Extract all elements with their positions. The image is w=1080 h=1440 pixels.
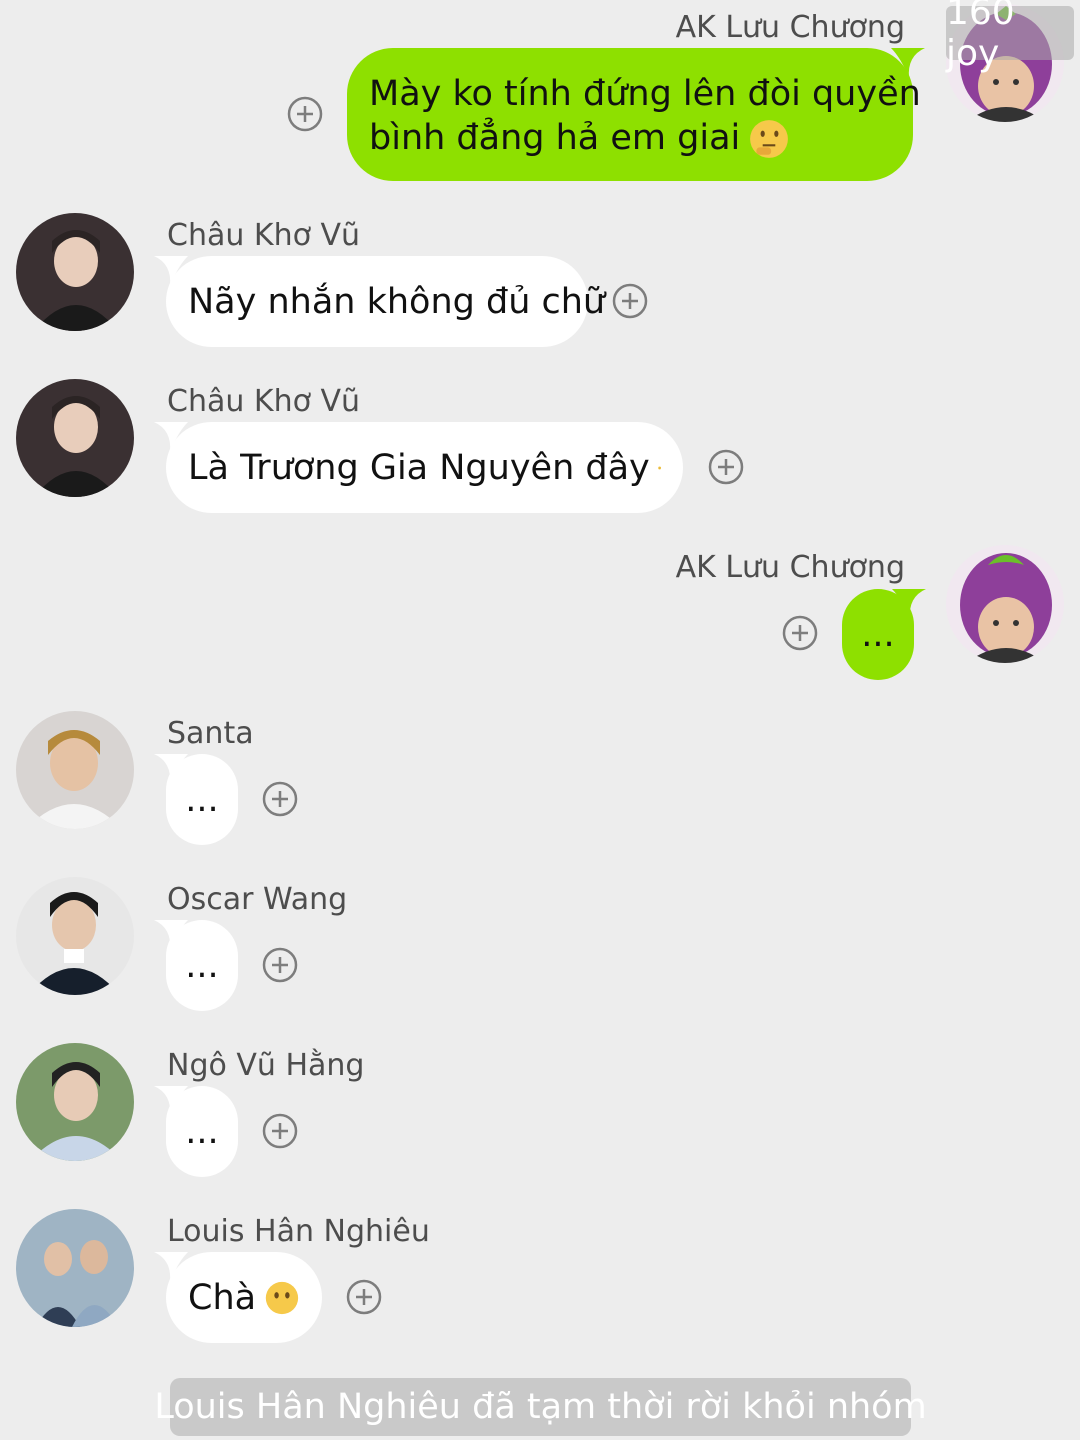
add-reaction-icon[interactable] xyxy=(287,96,323,132)
thinking-face-icon xyxy=(750,120,789,158)
person-avatar-icon xyxy=(16,1209,134,1327)
system-notice: Louis Hân Nghiêu đã tạm thời rời khỏi nh… xyxy=(154,1378,927,1436)
message-text: ... xyxy=(185,1111,219,1152)
face-without-mouth-icon xyxy=(265,1281,299,1314)
message-text-line2: bình đẳng hả em giai xyxy=(369,116,891,160)
avatar[interactable] xyxy=(16,379,134,497)
sender-name: Louis Hân Nghiêu xyxy=(167,1214,430,1249)
person-avatar-icon xyxy=(16,213,134,331)
person-avatar-icon xyxy=(16,711,134,829)
sender-name: Châu Khơ Vũ xyxy=(167,384,361,419)
avatar[interactable] xyxy=(16,711,134,829)
add-reaction-icon[interactable] xyxy=(262,947,298,983)
bubble-tail xyxy=(154,422,188,452)
bubble-tail xyxy=(154,1086,188,1116)
avatar[interactable] xyxy=(16,1043,134,1161)
bubble-tail xyxy=(154,920,188,950)
message-bubble[interactable]: ... xyxy=(154,1086,238,1177)
avatar[interactable] xyxy=(946,545,1064,663)
bubble-tail xyxy=(892,589,926,619)
message-text: Mày ko tính đứng lên đòi quyền xyxy=(369,74,921,114)
bubble-tail xyxy=(154,754,188,784)
message-bubble[interactable]: Là Trương Gia Nguyên đây xyxy=(154,422,683,513)
person-avatar-icon xyxy=(16,379,134,497)
message-bubble[interactable]: Nãy nhắn không đủ chữ xyxy=(154,256,605,347)
sender-name: Châu Khơ Vũ xyxy=(167,218,361,253)
add-reaction-icon[interactable] xyxy=(782,615,818,651)
message-bubble[interactable]: ... xyxy=(842,589,926,680)
sender-name: Santa xyxy=(167,716,254,751)
avatar[interactable] xyxy=(16,877,134,995)
message-text: Là Trương Gia Nguyên đây xyxy=(188,447,650,488)
message-text: ... xyxy=(185,945,219,986)
message-bubble[interactable]: ... xyxy=(154,920,238,1011)
message-text: Chà xyxy=(188,1277,257,1318)
message-bubble[interactable]: Chà xyxy=(154,1252,322,1343)
message-bubble[interactable]: ... xyxy=(154,754,238,845)
sender-name: AK Lưu Chương xyxy=(675,550,905,585)
add-reaction-icon[interactable] xyxy=(262,1113,298,1149)
chat-window: AK Lưu Chương Mày ko tính đứng lên đòi q… xyxy=(0,0,1080,1440)
message-bubble[interactable]: Mày ko tính đứng lên đòi quyền bình đẳng… xyxy=(347,48,925,181)
joy-counter-badge: 160 joy xyxy=(946,0,1074,74)
person-avatar-icon xyxy=(16,1043,134,1161)
bubble-tail xyxy=(154,256,188,286)
person-avatar-icon xyxy=(16,877,134,995)
sender-name: Oscar Wang xyxy=(167,882,348,917)
add-reaction-icon[interactable] xyxy=(708,449,744,485)
add-reaction-icon[interactable] xyxy=(262,781,298,817)
avatar[interactable] xyxy=(16,1209,134,1327)
bubble-tail xyxy=(154,1252,188,1282)
eggplant-hat-avatar-icon xyxy=(946,545,1064,663)
add-reaction-icon[interactable] xyxy=(612,283,648,319)
message-text: Nãy nhắn không đủ chữ xyxy=(188,281,606,322)
slightly-smiling-face-icon xyxy=(657,466,661,469)
bubble-tail xyxy=(891,48,925,78)
avatar[interactable] xyxy=(16,213,134,331)
add-reaction-icon[interactable] xyxy=(346,1279,382,1315)
message-text: ... xyxy=(185,779,219,820)
message-text: ... xyxy=(861,614,895,655)
sender-name: Ngô Vũ Hằng xyxy=(167,1048,365,1083)
sender-name: AK Lưu Chương xyxy=(675,10,905,45)
